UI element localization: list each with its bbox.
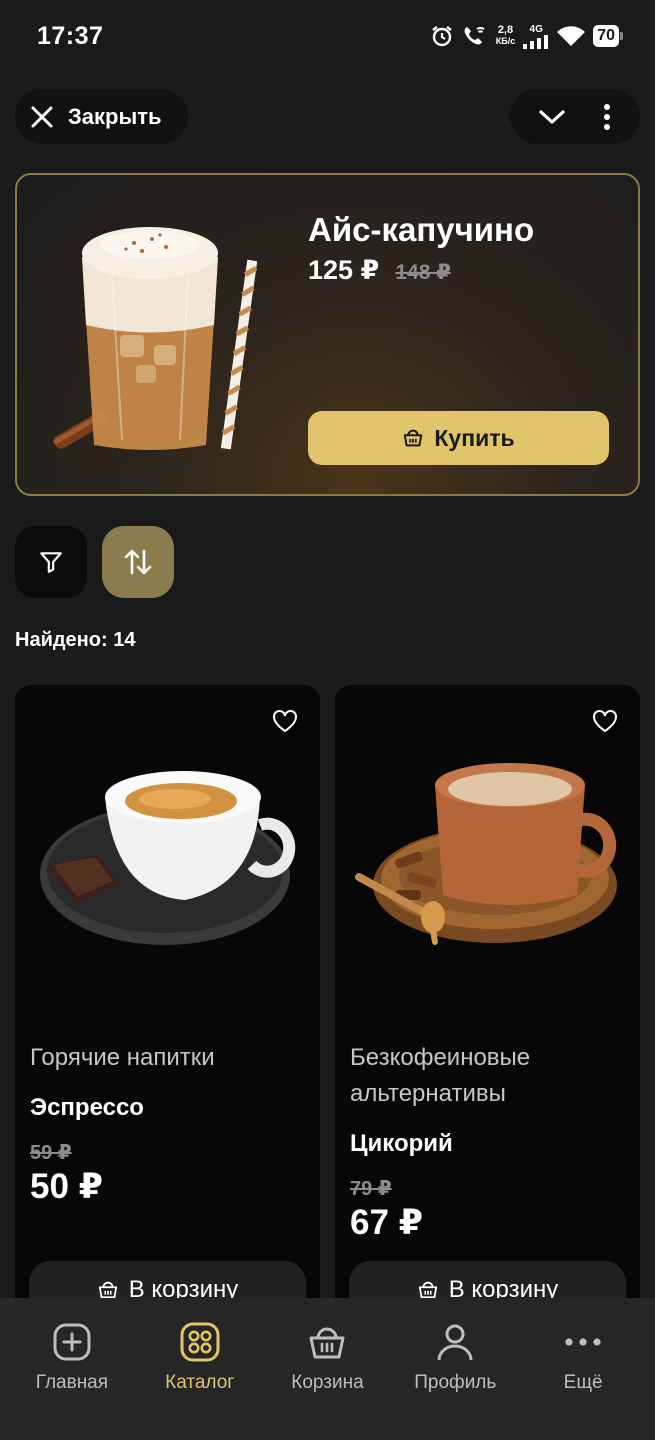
promo-price-row: 125 ₽ 148 ₽ bbox=[308, 255, 451, 286]
nav-item-catalog[interactable]: Каталог bbox=[140, 1298, 260, 1440]
status-bar: 17:37 2,8 КБ/с 4G 70 bbox=[0, 0, 655, 72]
signal-icon bbox=[523, 34, 549, 49]
product-price: 50 ₽ bbox=[30, 1167, 104, 1206]
results-count: Найдено: 14 bbox=[15, 629, 136, 651]
chevron-down-icon[interactable] bbox=[538, 108, 566, 126]
promo-card[interactable]: Айс-капучино 125 ₽ 148 ₽ Купить bbox=[15, 173, 640, 496]
nav-label: Главная bbox=[35, 1372, 109, 1393]
nav-label: Профиль bbox=[414, 1372, 497, 1393]
product-name: Эспрессо bbox=[30, 1094, 144, 1121]
promo-price: 125 ₽ bbox=[308, 255, 380, 285]
person-icon bbox=[433, 1320, 477, 1364]
wifi-call-icon bbox=[464, 27, 485, 45]
nav-label: Каталог bbox=[165, 1372, 235, 1393]
product-card[interactable]: Горячие напитки Эспрессо 59 ₽ 50 ₽ В кор… bbox=[15, 685, 320, 1325]
filter-icon bbox=[40, 552, 62, 573]
product-name: Цикорий bbox=[350, 1130, 453, 1157]
espresso-image bbox=[40, 771, 296, 945]
product-old-price: 59 ₽ bbox=[30, 1142, 72, 1164]
basket-icon bbox=[305, 1320, 349, 1364]
close-icon bbox=[31, 106, 53, 127]
close-label: Закрыть bbox=[68, 103, 162, 129]
close-button[interactable]: Закрыть bbox=[15, 89, 188, 144]
battery-icon: 70 bbox=[593, 25, 623, 47]
product-old-price: 79 ₽ bbox=[350, 1178, 392, 1200]
chicory-image bbox=[355, 763, 617, 945]
net-speed: 2,8 КБ/с bbox=[495, 24, 516, 47]
bottom-nav: Главная Каталог Корзина Профиль Ещё bbox=[0, 1298, 655, 1440]
sort-button[interactable] bbox=[102, 526, 174, 598]
product-category: Безкофеиновые альтернативы bbox=[350, 1044, 531, 1107]
more-vertical-icon[interactable] bbox=[602, 103, 612, 131]
product-price: 67 ₽ bbox=[350, 1203, 424, 1242]
promo-old-price: 148 ₽ bbox=[395, 261, 451, 284]
nav-item-more[interactable]: Ещё bbox=[523, 1298, 643, 1440]
more-dots-icon bbox=[561, 1320, 605, 1364]
grid-icon bbox=[178, 1320, 222, 1364]
status-time: 17:37 bbox=[37, 21, 104, 50]
iced-cappuccino-image bbox=[53, 227, 258, 450]
basket-icon bbox=[404, 429, 423, 447]
buy-button[interactable]: Купить bbox=[308, 411, 609, 465]
heart-icon[interactable] bbox=[272, 709, 298, 733]
product-card[interactable]: Безкофеиновые альтернативы Цикорий 79 ₽ … bbox=[335, 685, 640, 1325]
sort-icon bbox=[124, 549, 152, 575]
top-actions bbox=[510, 89, 640, 144]
status-icons: 2,8 КБ/с 4G 70 bbox=[430, 24, 623, 49]
nav-item-profile[interactable]: Профиль bbox=[395, 1298, 515, 1440]
wifi-icon bbox=[557, 26, 586, 46]
buy-label: Купить bbox=[434, 424, 515, 451]
nav-item-cart[interactable]: Корзина bbox=[267, 1298, 387, 1440]
plus-square-icon bbox=[50, 1320, 94, 1364]
nav-item-home[interactable]: Главная bbox=[12, 1298, 132, 1440]
promo-title: Айс-капучино bbox=[308, 211, 535, 248]
product-category: Горячие напитки bbox=[30, 1044, 215, 1071]
nav-label: Корзина bbox=[291, 1372, 364, 1393]
filter-button[interactable] bbox=[15, 526, 87, 598]
heart-icon[interactable] bbox=[592, 709, 618, 733]
alarm-icon bbox=[432, 26, 452, 47]
cell-signal: 4G bbox=[523, 24, 549, 49]
nav-label: Ещё bbox=[563, 1372, 603, 1393]
